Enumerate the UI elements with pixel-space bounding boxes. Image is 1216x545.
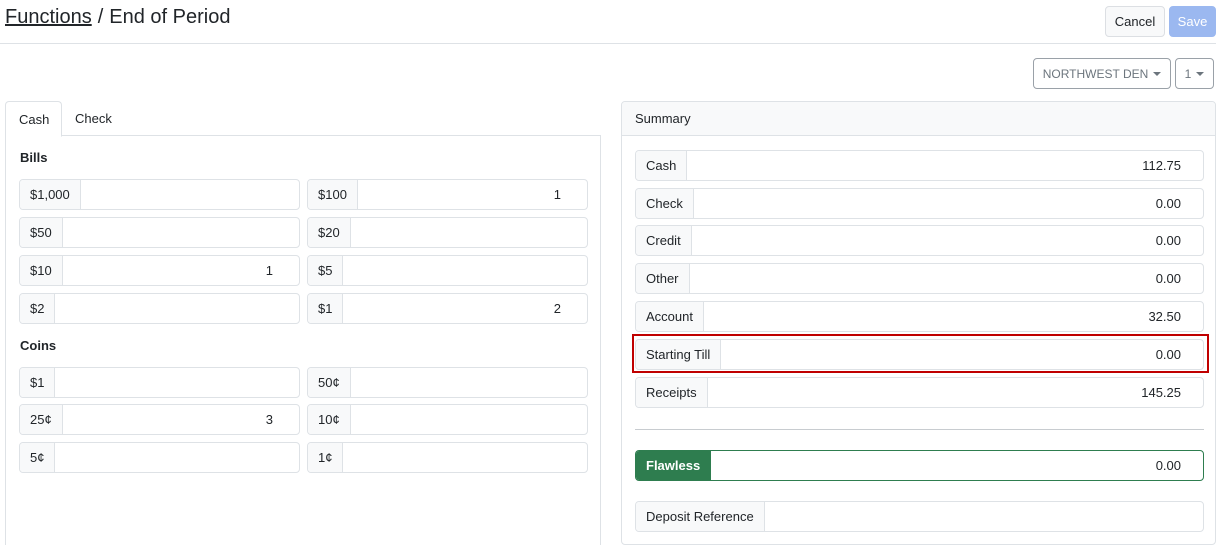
summary-receipts-value [707, 378, 1203, 407]
summary-other-group: Other [635, 263, 1204, 294]
breadcrumb-functions-link[interactable]: Functions [5, 6, 92, 28]
summary-receipts-label: Receipts [636, 378, 708, 407]
coin-10c-label: 10¢ [308, 405, 351, 434]
caret-down-icon [1196, 71, 1205, 76]
summary-credit-label: Credit [636, 226, 692, 255]
breadcrumb-separator: / [97, 6, 104, 28]
coin-5c-label: 5¢ [20, 443, 56, 472]
bill-20-group: $20 [307, 217, 588, 248]
coin-5c-group: 5¢ [19, 442, 300, 473]
coin-50c-input[interactable] [350, 368, 587, 397]
coin-dollar-input[interactable] [55, 368, 299, 397]
summary-receipts-group: Receipts [635, 377, 1204, 408]
coin-25c-input[interactable] [62, 405, 299, 434]
summary-heading: Summary [622, 102, 1215, 136]
summary-cash-label: Cash [636, 151, 688, 180]
coins-heading: Coins [20, 338, 57, 353]
coin-5c-input[interactable] [55, 443, 299, 472]
bill-100-label: $100 [308, 180, 358, 209]
coin-50c-group: 50¢ [307, 367, 588, 398]
summary-starting-till-group: Starting Till [635, 339, 1204, 370]
bill-1000-input[interactable] [80, 180, 299, 209]
denomination-panel: Cash Check Bills $1,000 $100 $50 $20 $10… [5, 101, 601, 545]
location-dropdown[interactable]: NORTHWEST DEN [1033, 58, 1171, 89]
summary-account-value [703, 302, 1203, 331]
bill-5-group: $5 [307, 255, 588, 286]
flawless-group: Flawless [635, 450, 1204, 481]
cancel-button[interactable]: Cancel [1105, 6, 1165, 37]
coin-25c-group: 25¢ [19, 404, 300, 435]
summary-other-value [689, 264, 1203, 293]
bill-100-group: $100 [307, 179, 588, 210]
summary-check-group: Check [635, 188, 1204, 219]
bill-2-label: $2 [20, 294, 56, 323]
bill-5-label: $5 [308, 256, 344, 285]
summary-account-group: Account [635, 301, 1204, 332]
deposit-reference-group: Deposit Reference [635, 501, 1204, 532]
cash-tab-content: Bills $1,000 $100 $50 $20 $10 $5 $2 [5, 136, 601, 545]
coin-1c-group: 1¢ [307, 442, 588, 473]
caret-down-icon [1153, 71, 1162, 76]
tab-cash[interactable]: Cash [5, 101, 62, 137]
bill-1-label: $1 [308, 294, 344, 323]
coin-dollar-group: $1 [19, 367, 300, 398]
tab-bar: Cash Check [5, 101, 601, 137]
summary-starting-till-label: Starting Till [636, 340, 722, 369]
bill-50-group: $50 [19, 217, 300, 248]
bill-1-input[interactable] [343, 294, 587, 323]
bill-2-group: $2 [19, 293, 300, 324]
summary-card: Summary Cash Check Credit Other Account … [621, 101, 1216, 545]
bill-100-input[interactable] [357, 180, 587, 209]
tab-check[interactable]: Check [62, 101, 125, 136]
bill-1-group: $1 [307, 293, 588, 324]
coin-25c-label: 25¢ [20, 405, 63, 434]
bill-2-input[interactable] [55, 294, 299, 323]
bill-50-label: $50 [20, 218, 63, 247]
flawless-value [711, 451, 1203, 480]
coin-1c-input[interactable] [343, 443, 587, 472]
save-button[interactable]: Save [1169, 6, 1216, 37]
summary-other-label: Other [636, 264, 690, 293]
summary-credit-group: Credit [635, 225, 1204, 256]
summary-check-label: Check [636, 189, 694, 218]
bill-1000-group: $1,000 [19, 179, 300, 210]
bill-20-label: $20 [308, 218, 351, 247]
starting-till-input[interactable] [721, 340, 1203, 369]
breadcrumb: Functions / End of Period [5, 6, 230, 29]
bill-10-label: $10 [20, 256, 63, 285]
bill-1000-label: $1,000 [20, 180, 81, 209]
deposit-reference-input[interactable] [764, 502, 1203, 531]
summary-divider [635, 429, 1204, 430]
coin-10c-input[interactable] [350, 405, 587, 434]
bills-heading: Bills [20, 150, 48, 165]
number-dropdown-label: 1 [1184, 66, 1192, 81]
summary-cash-group: Cash [635, 150, 1204, 181]
bill-20-input[interactable] [350, 218, 587, 247]
number-dropdown[interactable]: 1 [1175, 58, 1214, 89]
coin-1c-label: 1¢ [308, 443, 344, 472]
page-header: Functions / End of Period Cancel Save [0, 0, 1216, 44]
summary-cash-value [687, 151, 1203, 180]
summary-credit-value [691, 226, 1203, 255]
bill-50-input[interactable] [62, 218, 299, 247]
coin-dollar-label: $1 [20, 368, 56, 397]
coin-10c-group: 10¢ [307, 404, 588, 435]
deposit-reference-label: Deposit Reference [636, 502, 765, 531]
location-dropdown-label: NORTHWEST DEN [1042, 66, 1149, 81]
flawless-label: Flawless [636, 451, 712, 480]
bill-10-group: $10 [19, 255, 300, 286]
page-title: End of Period [109, 6, 231, 28]
summary-account-label: Account [636, 302, 704, 331]
coin-50c-label: 50¢ [308, 368, 351, 397]
summary-check-value [693, 189, 1203, 218]
bill-5-input[interactable] [343, 256, 587, 285]
bill-10-input[interactable] [62, 256, 299, 285]
